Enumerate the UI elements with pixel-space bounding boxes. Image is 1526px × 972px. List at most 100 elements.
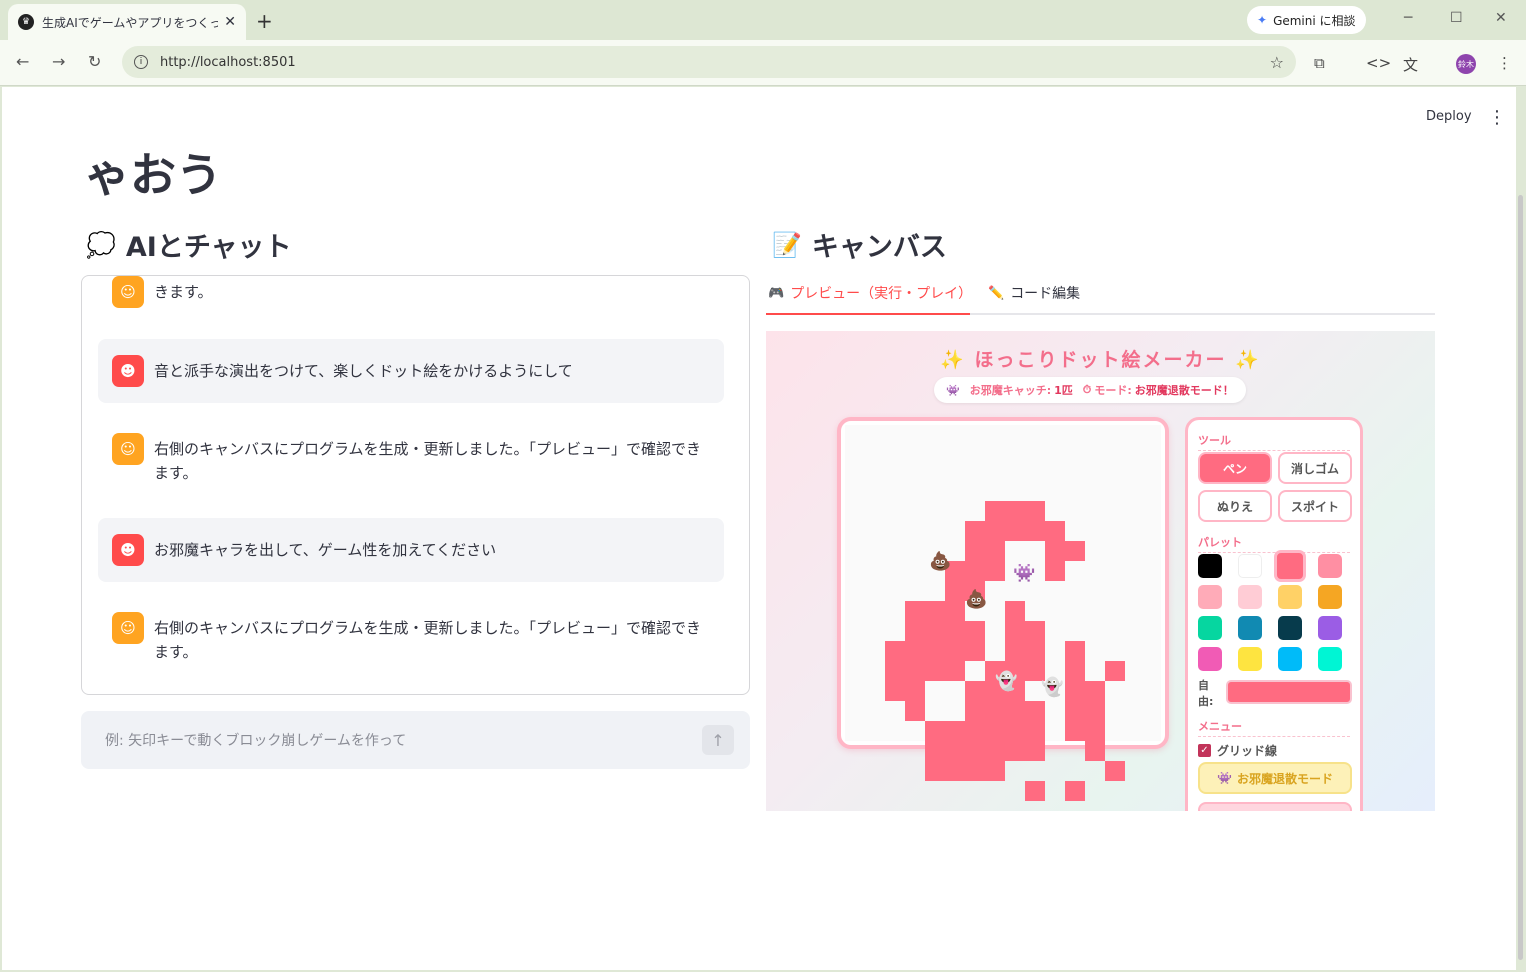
palette-swatch[interactable]	[1318, 585, 1342, 609]
pixel-cell[interactable]	[1085, 741, 1105, 761]
pixel-cell[interactable]	[905, 601, 925, 621]
chat-history[interactable]: ☺ きます。 ☻ 音と派手な演出をつけて、楽しくドット絵をかけるようにして ☺ …	[81, 275, 750, 695]
reload-icon[interactable]: ↻	[88, 52, 101, 71]
pixel-cell[interactable]	[1025, 641, 1045, 661]
pixel-cell[interactable]	[965, 541, 985, 561]
chat-input[interactable]: 例: 矢印キーで動くブロック崩しゲームを作って ↑	[81, 711, 750, 769]
pixel-cell[interactable]	[965, 561, 985, 581]
pixel-cell[interactable]	[1005, 721, 1025, 741]
pixel-cell[interactable]	[1005, 741, 1025, 761]
ghost-enemy-icon[interactable]: 👻	[995, 671, 1017, 692]
palette-swatch[interactable]	[1318, 647, 1342, 671]
address-bar[interactable]: i http://localhost:8501 ☆	[122, 46, 1296, 78]
pixel-cell[interactable]	[1005, 501, 1025, 521]
pixel-cell[interactable]	[1105, 661, 1125, 681]
palette-swatch[interactable]	[1318, 554, 1342, 578]
pixel-cell[interactable]	[905, 641, 925, 661]
pixel-cell[interactable]	[945, 741, 965, 761]
pixel-cell[interactable]	[1025, 721, 1045, 741]
pixel-cell[interactable]	[965, 701, 985, 721]
palette-swatch[interactable]	[1278, 616, 1302, 640]
close-tab-icon[interactable]: ✕	[224, 14, 236, 30]
pixel-cell[interactable]	[945, 661, 965, 681]
tab-code-edit[interactable]: ✏️ コード編集	[988, 283, 1080, 303]
palette-swatch[interactable]	[1238, 554, 1262, 578]
pixel-cell[interactable]	[1065, 781, 1085, 801]
palette-swatch[interactable]	[1198, 554, 1222, 578]
pen-tool-button[interactable]: ペン	[1198, 452, 1272, 484]
palette-swatch[interactable]	[1238, 616, 1262, 640]
page-scrollbar[interactable]	[1518, 195, 1523, 960]
poop-enemy-icon[interactable]: 💩	[929, 551, 951, 572]
pixel-cell[interactable]	[945, 721, 965, 741]
pixel-cell[interactable]	[965, 741, 985, 761]
pixel-cell[interactable]	[945, 601, 965, 621]
pixel-cell[interactable]	[905, 701, 925, 721]
pixel-cell[interactable]	[945, 581, 965, 601]
pixel-cell[interactable]	[1045, 521, 1065, 541]
pixel-cell[interactable]	[1005, 641, 1025, 661]
pixel-cell[interactable]	[945, 761, 965, 781]
pixel-cell[interactable]	[1005, 521, 1025, 541]
game-preview[interactable]: ✨ ほっこりドット絵メーカー ✨ 👾 お邪魔キャッチ: 1匹 ⏱ モード: お邪…	[766, 331, 1435, 811]
pixel-cell[interactable]	[925, 761, 945, 781]
pixel-cell[interactable]	[1025, 501, 1045, 521]
maximize-icon[interactable]: ☐	[1450, 10, 1463, 26]
poop-enemy-icon[interactable]: 💩	[965, 589, 987, 610]
pixel-cell[interactable]	[1045, 561, 1065, 581]
site-info-icon[interactable]: i	[134, 55, 148, 69]
pixel-cell[interactable]	[1085, 701, 1105, 721]
pixel-cell[interactable]	[965, 681, 985, 701]
profile-avatar[interactable]: 鈴木	[1456, 54, 1476, 74]
eyedropper-tool-button[interactable]: スポイト	[1278, 490, 1352, 522]
minimize-icon[interactable]: ─	[1404, 10, 1412, 26]
pixel-cell[interactable]	[885, 661, 905, 681]
pixel-cell[interactable]	[1045, 541, 1065, 561]
tab-preview[interactable]: 🎮 プレビュー（実行・プレイ）	[768, 283, 972, 303]
browser-menu-icon[interactable]: ⋮	[1497, 54, 1512, 72]
pixel-cell[interactable]	[985, 741, 1005, 761]
back-icon[interactable]: ←	[16, 52, 29, 71]
pixel-cell[interactable]	[905, 681, 925, 701]
pixel-cell[interactable]	[1065, 681, 1085, 701]
pixel-cell[interactable]	[1065, 541, 1085, 561]
pixel-cell[interactable]	[965, 641, 985, 661]
browser-tab[interactable]: ♛ 生成AIでゲームやアプリをつくっちゃお ✕	[8, 4, 246, 40]
devtools-code-icon[interactable]: <>	[1366, 54, 1391, 72]
monster-enemy-icon[interactable]: 👾	[1013, 563, 1035, 584]
pixel-cell[interactable]	[905, 661, 925, 681]
forward-icon[interactable]: →	[52, 52, 65, 71]
pixel-cell[interactable]	[1065, 721, 1085, 741]
translate-icon[interactable]: 文	[1403, 54, 1418, 75]
palette-swatch[interactable]	[1198, 647, 1222, 671]
pixel-canvas[interactable]: 💩 💩 👾 👻 👻	[845, 425, 1161, 801]
pixel-cell[interactable]	[1025, 621, 1045, 641]
pixel-cell[interactable]	[1025, 701, 1045, 721]
palette-swatch[interactable]	[1274, 550, 1306, 582]
pixel-cell[interactable]	[1065, 661, 1085, 681]
pixel-cell[interactable]	[1085, 721, 1105, 741]
pixel-cell[interactable]	[885, 641, 905, 661]
pixel-cell[interactable]	[985, 521, 1005, 541]
pixel-cell[interactable]	[1005, 601, 1025, 621]
pixel-cell[interactable]	[1105, 761, 1125, 781]
new-tab-icon[interactable]: +	[256, 9, 273, 33]
close-window-icon[interactable]: ✕	[1495, 10, 1507, 26]
pixel-cell[interactable]	[1005, 701, 1025, 721]
pixel-cell[interactable]	[985, 501, 1005, 521]
pixel-cell[interactable]	[1065, 701, 1085, 721]
pixel-cell[interactable]	[945, 641, 965, 661]
pixel-cell[interactable]	[945, 621, 965, 641]
palette-swatch[interactable]	[1238, 585, 1262, 609]
palette-swatch[interactable]	[1278, 585, 1302, 609]
deploy-button[interactable]: Deploy	[1426, 109, 1472, 124]
palette-swatch[interactable]	[1318, 616, 1342, 640]
pixel-cell[interactable]	[965, 721, 985, 741]
pixel-cell[interactable]	[925, 741, 945, 761]
panel-button-partial[interactable]	[1198, 802, 1352, 811]
repel-mode-button[interactable]: 👾 お邪魔退散モード	[1198, 762, 1352, 794]
ghost-enemy-icon[interactable]: 👻	[1041, 677, 1063, 698]
pixel-cell[interactable]	[985, 541, 1005, 561]
palette-swatch[interactable]	[1198, 585, 1222, 609]
main-menu-icon[interactable]: ⋮	[1488, 107, 1506, 128]
